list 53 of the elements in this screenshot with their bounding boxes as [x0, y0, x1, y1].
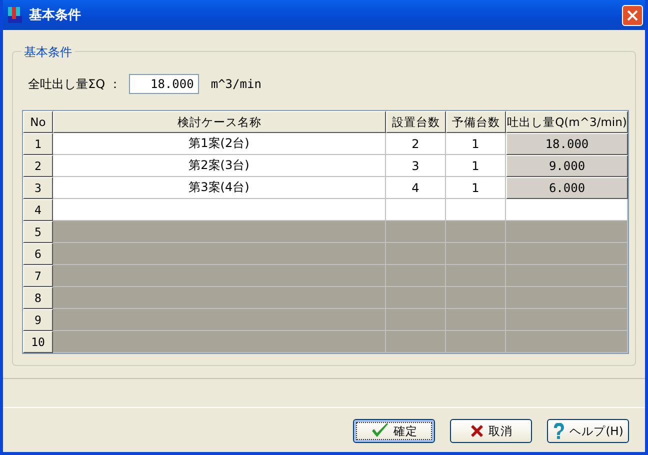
confirm-button[interactable]: 確定 — [353, 419, 435, 443]
column-header: 吐出し量Q(m^3/min) — [506, 111, 628, 133]
row-header: 7 — [23, 265, 53, 287]
disabled-cell — [446, 221, 506, 243]
cross-icon — [470, 424, 484, 438]
flow-cell: 9.000 — [506, 155, 628, 177]
disabled-cell — [386, 265, 446, 287]
table-cell[interactable]: 第2案(3台) — [53, 155, 386, 177]
disabled-cell — [386, 221, 446, 243]
row-header: 10 — [23, 331, 53, 353]
column-header: 予備台数 — [446, 111, 506, 133]
table-cell[interactable]: 第3案(4台) — [53, 177, 386, 199]
row-header: 3 — [23, 177, 53, 199]
table-cell[interactable]: 2 — [386, 133, 446, 155]
disabled-cell — [386, 331, 446, 353]
question-icon — [552, 422, 565, 440]
window-title: 基本条件 — [29, 7, 82, 24]
flow-cell: 18.000 — [506, 133, 628, 155]
row-header: 4 — [23, 199, 53, 221]
help-button[interactable]: ヘルプ(H) — [547, 419, 629, 443]
table-cell[interactable]: 1 — [446, 133, 506, 155]
disabled-cell — [446, 309, 506, 331]
cancel-button[interactable]: 取消 — [450, 419, 532, 443]
check-icon — [370, 423, 388, 439]
total-flow-label: 全吐出し量ΣQ ： — [28, 76, 121, 92]
row-header: 2 — [23, 155, 53, 177]
row-header: 5 — [23, 221, 53, 243]
close-icon — [627, 10, 638, 20]
close-button[interactable] — [622, 4, 643, 26]
disabled-cell — [386, 287, 446, 309]
disabled-cell — [446, 331, 506, 353]
flow-cell: 6.000 — [506, 177, 628, 199]
table-cell[interactable]: 4 — [386, 177, 446, 199]
table-cell[interactable]: 1 — [446, 155, 506, 177]
table-cell[interactable]: 第1案(2台) — [53, 133, 386, 155]
column-header: 設置台数 — [386, 111, 446, 133]
total-flow-field[interactable]: 18.000 — [128, 74, 199, 94]
disabled-cell — [446, 287, 506, 309]
disabled-cell — [386, 309, 446, 331]
app-icon — [7, 6, 23, 24]
column-header: 検討ケース名称 — [53, 111, 386, 133]
row-header: 6 — [23, 243, 53, 265]
row-header: 9 — [23, 309, 53, 331]
disabled-cell — [446, 243, 506, 265]
row-header: 8 — [23, 287, 53, 309]
disabled-cell — [446, 265, 506, 287]
table-cell[interactable]: 1 — [446, 177, 506, 199]
unit-label: m^3/min — [210, 77, 262, 91]
column-header: No — [23, 111, 53, 133]
group-title: 基本条件 — [21, 44, 75, 61]
table-cell[interactable]: 3 — [386, 155, 446, 177]
disabled-cell — [386, 243, 446, 265]
row-header: 1 — [23, 133, 53, 155]
